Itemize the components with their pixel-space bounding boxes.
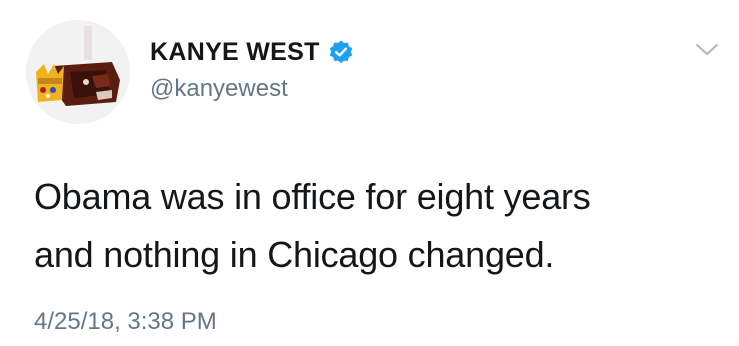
author-handle[interactable]: @kanyewest (150, 75, 288, 103)
chevron-down-icon[interactable] (694, 41, 720, 59)
author-display-name[interactable]: KANYE WEST (150, 38, 320, 67)
tweet-text-line: Obama was in office for eight years (34, 176, 591, 217)
author-name-row[interactable]: KANYE WEST (150, 36, 354, 68)
avatar-image (26, 20, 130, 124)
tweet-text-line: and nothing in Chicago changed. (34, 234, 555, 275)
tweet-text: Obama was in office for eight years and … (34, 168, 714, 284)
avatar[interactable] (26, 20, 130, 124)
verified-badge-icon (328, 39, 354, 65)
tweet-timestamp[interactable]: 4/25/18, 3:38 PM (34, 308, 217, 336)
tweet-card: KANYE WEST @kanyewest Obama was in offic… (0, 0, 739, 346)
